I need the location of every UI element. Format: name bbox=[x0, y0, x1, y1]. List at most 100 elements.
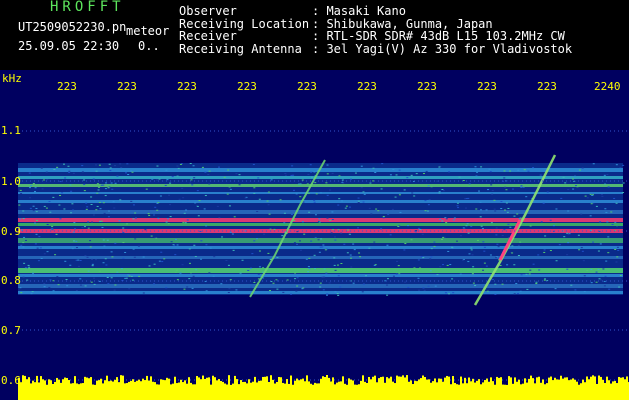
histogram-bar bbox=[430, 382, 432, 400]
noise-pixel bbox=[313, 199, 316, 201]
noise-pixel bbox=[185, 209, 188, 211]
noise-pixel bbox=[132, 248, 135, 250]
histogram-bar bbox=[622, 377, 624, 400]
noise-pixel bbox=[178, 198, 181, 200]
noise-pixel bbox=[34, 222, 37, 224]
noise-pixel bbox=[227, 292, 230, 294]
noise-pixel bbox=[174, 254, 177, 256]
noise-pixel bbox=[465, 198, 468, 200]
histogram-bar bbox=[498, 377, 500, 400]
noise-pixel bbox=[58, 204, 61, 206]
histogram-bar bbox=[406, 375, 408, 400]
noise-pixel bbox=[337, 204, 340, 206]
noise-pixel bbox=[35, 207, 38, 209]
noise-pixel bbox=[467, 261, 470, 263]
noise-pixel bbox=[456, 202, 459, 204]
noise-pixel bbox=[232, 249, 235, 251]
noise-pixel bbox=[491, 193, 494, 195]
noise-pixel bbox=[27, 268, 30, 270]
noise-pixel bbox=[466, 223, 469, 225]
noise-pixel bbox=[167, 223, 170, 225]
histogram-bar bbox=[70, 383, 72, 400]
noise-pixel bbox=[489, 171, 492, 173]
noise-pixel bbox=[467, 232, 470, 234]
noise-pixel bbox=[619, 167, 622, 169]
noise-pixel bbox=[330, 232, 333, 234]
noise-pixel bbox=[373, 264, 376, 266]
noise-pixel bbox=[439, 266, 442, 268]
meteor-label: meteor bbox=[126, 24, 170, 38]
x-tick-6: 223 bbox=[357, 80, 377, 93]
noise-pixel bbox=[491, 278, 494, 280]
noise-pixel bbox=[176, 244, 179, 246]
noise-pixel bbox=[207, 173, 210, 175]
noise-pixel bbox=[132, 204, 135, 206]
noise-pixel bbox=[326, 173, 329, 175]
noise-pixel bbox=[213, 256, 216, 258]
noise-pixel bbox=[208, 170, 211, 172]
noise-pixel bbox=[479, 216, 482, 218]
noise-pixel bbox=[589, 215, 592, 217]
noise-pixel bbox=[61, 192, 64, 194]
histogram-bar bbox=[604, 383, 606, 400]
noise-pixel bbox=[241, 259, 244, 261]
noise-pixel bbox=[331, 218, 334, 220]
histogram-bar bbox=[110, 380, 112, 400]
noise-pixel bbox=[45, 171, 48, 173]
noise-pixel bbox=[40, 258, 43, 260]
noise-pixel bbox=[457, 207, 460, 209]
noise-pixel bbox=[113, 289, 116, 291]
noise-pixel bbox=[424, 210, 427, 212]
histogram-bar bbox=[154, 382, 156, 400]
noise-pixel bbox=[433, 241, 436, 243]
noise-pixel bbox=[595, 281, 598, 283]
histogram-bar bbox=[526, 382, 528, 400]
histogram-bar bbox=[176, 383, 178, 400]
noise-pixel bbox=[398, 194, 401, 196]
noise-pixel bbox=[120, 167, 123, 169]
noise-pixel bbox=[449, 264, 452, 266]
histogram-bar bbox=[186, 383, 188, 400]
histogram-bar bbox=[332, 377, 334, 400]
noise-pixel bbox=[558, 244, 561, 246]
noise-pixel bbox=[43, 286, 46, 288]
histogram-bar bbox=[166, 377, 168, 400]
noise-pixel bbox=[307, 266, 310, 268]
noise-pixel bbox=[491, 189, 494, 191]
noise-pixel bbox=[156, 202, 159, 204]
noise-pixel bbox=[110, 182, 113, 184]
noise-pixel bbox=[319, 282, 322, 284]
histogram-bar bbox=[618, 376, 620, 400]
noise-pixel bbox=[505, 202, 508, 204]
info-values: : Masaki Kano : Shibukawa, Gunma, Japan … bbox=[312, 5, 572, 55]
noise-pixel bbox=[606, 173, 609, 175]
noise-pixel bbox=[189, 272, 192, 274]
noise-pixel bbox=[598, 278, 601, 280]
noise-pixel bbox=[85, 202, 88, 204]
noise-pixel bbox=[134, 217, 137, 219]
noise-pixel bbox=[176, 279, 179, 281]
histogram-bar bbox=[420, 378, 422, 400]
histogram-bar bbox=[182, 382, 184, 400]
noise-pixel bbox=[169, 182, 172, 184]
noise-pixel bbox=[470, 247, 473, 249]
noise-pixel bbox=[102, 202, 105, 204]
noise-pixel bbox=[516, 213, 519, 215]
noise-pixel bbox=[538, 269, 541, 271]
noise-pixel bbox=[566, 268, 569, 270]
histogram-bar bbox=[276, 381, 278, 400]
noise-pixel bbox=[295, 193, 298, 195]
noise-pixel bbox=[320, 238, 323, 240]
histogram-bar bbox=[346, 384, 348, 400]
noise-pixel bbox=[208, 183, 211, 185]
noise-pixel bbox=[543, 251, 546, 253]
noise-pixel bbox=[333, 257, 336, 259]
noise-pixel bbox=[488, 168, 491, 170]
noise-pixel bbox=[520, 185, 523, 187]
histogram-bar bbox=[100, 378, 102, 400]
histogram-bar bbox=[290, 375, 292, 400]
histogram-bar bbox=[516, 381, 518, 400]
noise-pixel bbox=[98, 201, 101, 203]
noise-pixel bbox=[476, 239, 479, 241]
histogram-bar bbox=[326, 375, 328, 400]
